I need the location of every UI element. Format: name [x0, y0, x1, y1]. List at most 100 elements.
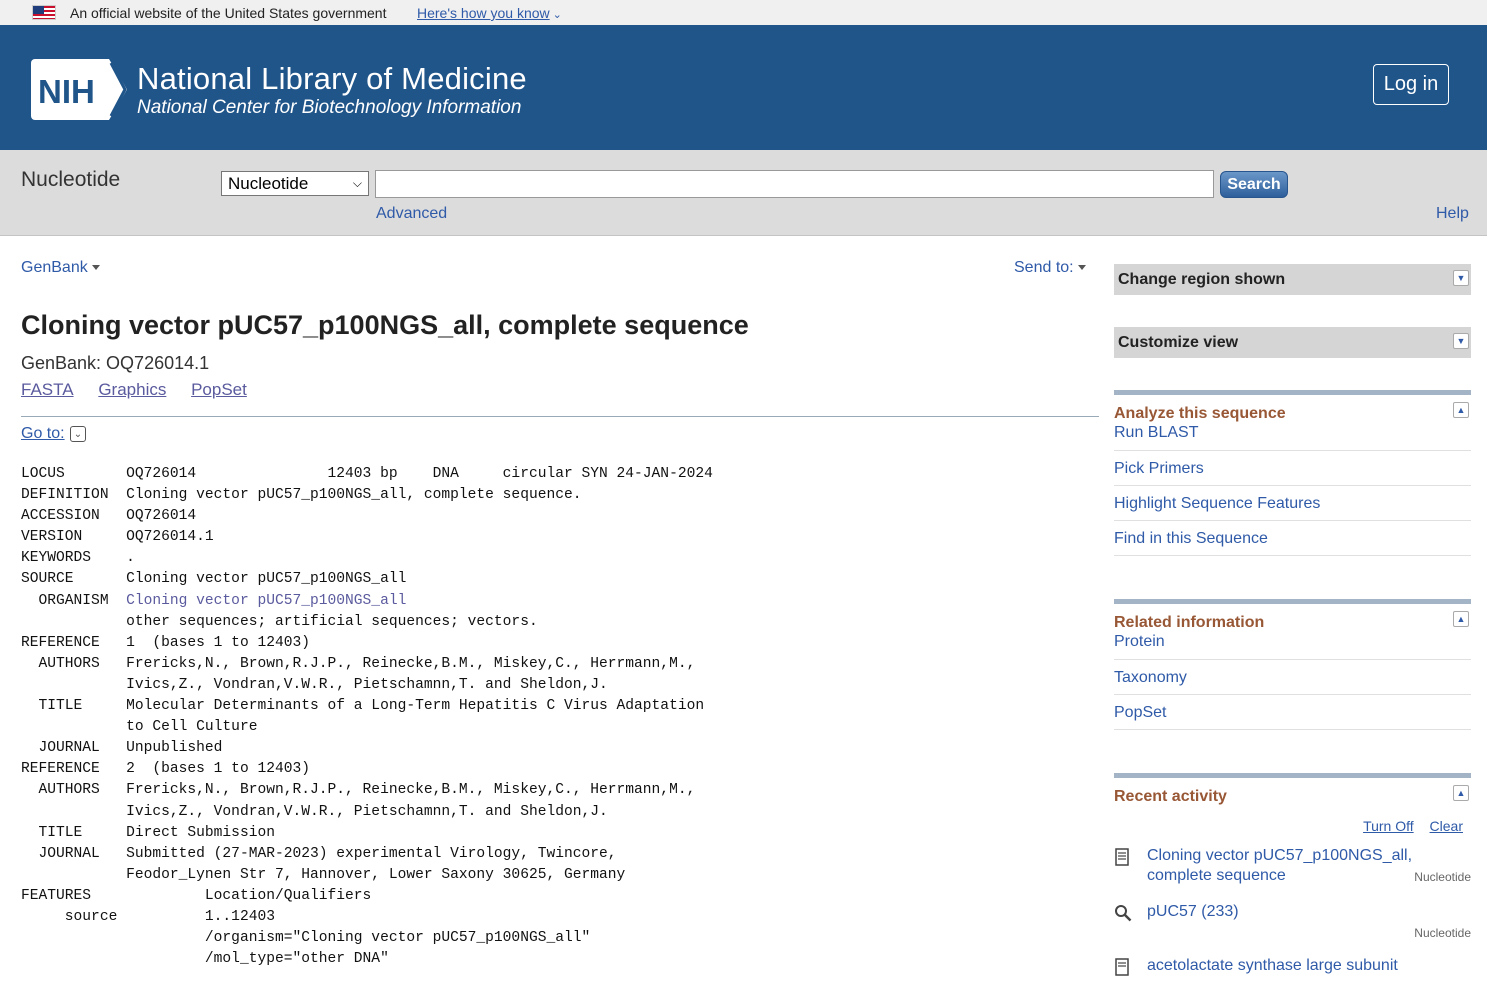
divider	[21, 416, 1099, 417]
flatfile-line: REFERENCE 2 (bases 1 to 12403)	[21, 761, 311, 778]
main-content: GenBank Send to: Cloning vector pUC57_p1…	[0, 236, 1100, 971]
pick-primers-link[interactable]: Pick Primers	[1114, 451, 1471, 486]
format-menu[interactable]: GenBank	[21, 259, 100, 277]
flatfile-line: VERSION OQ726014.1	[21, 529, 214, 546]
database-name[interactable]: Nucleotide	[21, 168, 120, 192]
search-bar: Nucleotide Nucleotide ⌵ Search Advanced …	[0, 150, 1487, 236]
ncbi-subtitle[interactable]: National Center for Biotechnology Inform…	[137, 97, 521, 119]
flatfile-line: source 1..12403	[21, 908, 275, 925]
customize-view-panel[interactable]: Customize view ▼	[1114, 327, 1471, 358]
flatfile-line-organism: ORGANISM Cloning vector pUC57_p100NGS_al…	[21, 591, 713, 612]
turn-off-link[interactable]: Turn Off	[1363, 818, 1414, 834]
nih-logo[interactable]: NIH	[31, 59, 127, 120]
flatfile-line: ACCESSION OQ726014	[21, 508, 197, 525]
caret-down-icon	[1077, 265, 1086, 271]
flatfile-line: FEATURES Location/Qualifiers	[21, 887, 372, 904]
send-to-label: Send to:	[1014, 259, 1074, 276]
chevron-down-icon: ⌵	[352, 176, 362, 190]
send-to-menu[interactable]: Send to:	[1014, 259, 1086, 277]
recent-activity-item[interactable]: acetolactate synthase large subunit	[1114, 956, 1471, 998]
recent-activity-label[interactable]: acetolactate synthase large subunit	[1147, 956, 1427, 976]
record-links: FASTA Graphics PopSet	[21, 380, 267, 400]
flatfile-line: /mol_type="other DNA"	[21, 951, 389, 968]
collapse-icon[interactable]: ▲	[1453, 611, 1469, 627]
popset-link[interactable]: PopSet	[191, 380, 247, 399]
flatfile-line: other sequences; artificial sequences; v…	[21, 613, 538, 630]
caret-down-icon	[91, 265, 100, 271]
flatfile-line: LOCUS OQ726014 12403 bp DNA circular SYN…	[21, 466, 713, 482]
related-title: Related information	[1114, 614, 1265, 631]
flatfile-line: to Cell Culture	[21, 719, 258, 736]
flatfile-line: TITLE Direct Submission	[21, 824, 275, 841]
related-taxonomy-link[interactable]: Taxonomy	[1114, 660, 1471, 695]
collapse-icon[interactable]: ▲	[1453, 785, 1469, 801]
find-in-sequence-link[interactable]: Find in this Sequence	[1114, 521, 1471, 556]
chevron-down-icon: ⌄	[552, 9, 562, 21]
site-header: NIH National Library of Medicine Nationa…	[0, 25, 1487, 150]
change-region-panel[interactable]: Change region shown ▼	[1114, 264, 1471, 295]
customize-view-title: Customize view	[1118, 334, 1239, 351]
graphics-link[interactable]: Graphics	[98, 380, 166, 399]
database-select[interactable]: Nucleotide ⌵	[221, 171, 369, 196]
gov-banner-link[interactable]: Here's how you know ⌄	[417, 5, 562, 21]
flatfile-line: /organism="Cloning vector pUC57_p100NGS_…	[21, 930, 591, 947]
collapse-icon[interactable]: ▲	[1453, 402, 1469, 418]
flatfile-line: AUTHORS Frericks,N., Brown,R.J.P., Reine…	[21, 655, 696, 672]
clear-link[interactable]: Clear	[1430, 818, 1463, 834]
highlight-features-link[interactable]: Highlight Sequence Features	[1114, 486, 1471, 521]
flatfile-line: JOURNAL Submitted (27-MAR-2023) experime…	[21, 845, 617, 862]
flatfile-line: REFERENCE 1 (bases 1 to 12403)	[21, 634, 311, 651]
flatfile-organism-key: ORGANISM	[21, 592, 127, 609]
flatfile-line: KEYWORDS .	[21, 550, 135, 567]
recent-activity-portlet: Recent activity ▲ Turn Off Clear Cloning…	[1114, 773, 1471, 998]
search-input[interactable]	[375, 170, 1214, 198]
fasta-link[interactable]: FASTA	[21, 380, 74, 399]
right-sidebar: Change region shown ▼ Customize view ▼ A…	[1114, 236, 1471, 976]
nih-logo-text: NIH	[38, 73, 95, 110]
us-flag-icon	[32, 5, 56, 20]
related-popset-link[interactable]: PopSet	[1114, 695, 1471, 730]
recent-activity-label[interactable]: Cloning vector pUC57_p100NGS_all, comple…	[1147, 846, 1427, 886]
expand-icon[interactable]: ▼	[1453, 333, 1469, 349]
flatfile-line: Ivics,Z., Vondran,V.W.R., Pietschamnn,T.…	[21, 676, 608, 693]
flatfile-line: TITLE Molecular Determinants of a Long-T…	[21, 698, 705, 715]
recent-activity-item[interactable]: pUC57 (233) Nucleotide	[1114, 902, 1471, 944]
flatfile-line: SOURCE Cloning vector pUC57_p100NGS_all	[21, 571, 407, 588]
advanced-search-link[interactable]: Advanced	[376, 205, 447, 223]
format-menu-label: GenBank	[21, 259, 88, 276]
search-button[interactable]: Search	[1220, 171, 1288, 198]
flatfile-line: DEFINITION Cloning vector pUC57_p100NGS_…	[21, 487, 582, 504]
recent-activity-title: Recent activity	[1114, 788, 1227, 805]
chevron-down-icon[interactable]: ⌄	[70, 426, 86, 442]
login-button[interactable]: Log in	[1373, 64, 1449, 105]
gov-banner-link-label: Here's how you know	[417, 5, 550, 21]
genbank-flatfile: LOCUS OQ726014 12403 bp DNA circular SYN…	[21, 464, 713, 970]
related-protein-link[interactable]: Protein	[1114, 632, 1471, 660]
document-icon	[1115, 958, 1129, 976]
flatfile-line: AUTHORS Frericks,N., Brown,R.J.P., Reine…	[21, 782, 696, 799]
recent-activity-db: Nucleotide	[1414, 870, 1471, 884]
organism-link[interactable]: Cloning vector pUC57_p100NGS_all	[126, 593, 406, 609]
expand-icon[interactable]: ▼	[1453, 270, 1469, 286]
search-icon	[1115, 905, 1132, 922]
record-accession: GenBank: OQ726014.1	[21, 353, 210, 373]
recent-activity-db: Nucleotide	[1414, 926, 1471, 940]
help-link[interactable]: Help	[1436, 205, 1469, 223]
change-region-title: Change region shown	[1118, 271, 1286, 288]
run-blast-link[interactable]: Run BLAST	[1114, 423, 1471, 451]
recent-activity-controls: Turn Off Clear	[1114, 818, 1471, 834]
gov-banner: An official website of the United States…	[0, 0, 1487, 25]
flatfile-line: Ivics,Z., Vondran,V.W.R., Pietschamnn,T.…	[21, 803, 608, 820]
database-select-value: Nucleotide	[228, 173, 309, 193]
nlm-title[interactable]: National Library of Medicine	[137, 61, 527, 97]
recent-activity-item[interactable]: Cloning vector pUC57_p100NGS_all, comple…	[1114, 846, 1471, 888]
related-portlet: Related information ▲ Protein Taxonomy P…	[1114, 599, 1471, 730]
recent-activity-label[interactable]: pUC57 (233)	[1147, 902, 1427, 922]
goto-link[interactable]: Go to:	[21, 425, 65, 443]
analyze-portlet: Analyze this sequence ▲ Run BLAST Pick P…	[1114, 390, 1471, 556]
analyze-title: Analyze this sequence	[1114, 405, 1286, 422]
flatfile-line: JOURNAL Unpublished	[21, 740, 223, 757]
document-icon	[1115, 848, 1129, 866]
flatfile-line: Feodor_Lynen Str 7, Hannover, Lower Saxo…	[21, 866, 626, 883]
gov-banner-text: An official website of the United States…	[70, 5, 387, 21]
